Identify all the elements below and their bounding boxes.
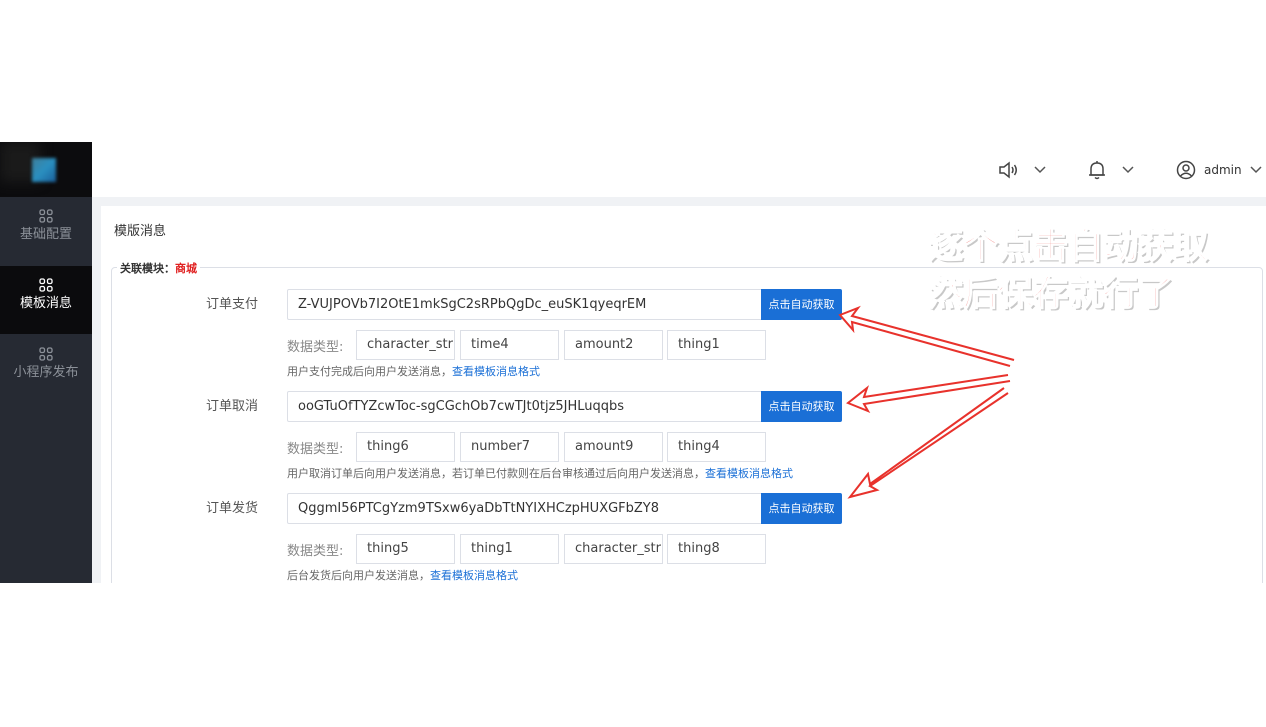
sound-dropdown[interactable] <box>998 154 1046 186</box>
data-type-field[interactable]: thing1 <box>460 534 559 564</box>
template-label-pay: 订单支付 <box>206 297 259 312</box>
admin-app: 基础配置 模板消息 小程序发布 admin 模版消息 关联模块：商城 订单支付 … <box>0 142 1266 583</box>
data-type-field[interactable]: time4 <box>460 330 559 360</box>
data-type-field[interactable]: amount9 <box>564 432 663 462</box>
view-template-format-link[interactable]: 查看模板消息格式 <box>452 365 540 378</box>
sidebar-item-label: 模板消息 <box>19 296 72 311</box>
help-description: 用户支付完成后向用户发送消息， <box>287 365 452 378</box>
username: admin <box>1204 163 1242 177</box>
data-type-field[interactable]: thing5 <box>356 534 455 564</box>
data-type-field[interactable]: thing4 <box>667 432 766 462</box>
help-text: 后台发货后向用户发送消息，查看模板消息格式 <box>287 567 518 583</box>
help-description: 后台发货后向用户发送消息， <box>287 569 430 582</box>
chevron-down-icon <box>1122 166 1134 174</box>
data-type-field[interactable]: character_stri <box>356 330 455 360</box>
module-name: 商城 <box>175 262 197 275</box>
data-type-field[interactable]: amount2 <box>564 330 663 360</box>
data-type-field[interactable]: thing1 <box>667 330 766 360</box>
app-logo <box>0 142 92 197</box>
module-legend: 关联模块：商城 <box>117 260 200 276</box>
notification-dropdown[interactable] <box>1088 154 1134 186</box>
data-type-field[interactable]: character_stri <box>564 534 663 564</box>
auto-fetch-button-pay[interactable]: 点击自动获取 <box>761 289 842 320</box>
grid-icon <box>39 278 53 292</box>
sidebar-item-miniprogram-publish[interactable]: 小程序发布 <box>0 335 92 403</box>
help-text: 用户支付完成后向用户发送消息，查看模板消息格式 <box>287 363 540 379</box>
module-prefix: 关联模块： <box>120 262 175 275</box>
template-id-input-cancel[interactable]: ooGTuOfTYZcwToc-sgCGchOb7cwTJt0tjz5JHLuq… <box>287 391 762 422</box>
sidebar: 基础配置 模板消息 小程序发布 <box>0 142 92 583</box>
view-template-format-link[interactable]: 查看模板消息格式 <box>705 467 793 480</box>
help-text: 用户取消订单后向用户发送消息，若订单已付款则在后台审核通过后向用户发送消息，查看… <box>287 465 793 481</box>
template-label-ship: 订单发货 <box>206 501 259 516</box>
template-id-input-ship[interactable]: QggmI56PTCgYzm9TSxw6yaDbTtNYIXHCzpHUXGFb… <box>287 493 762 524</box>
user-dropdown[interactable]: admin <box>1176 154 1262 186</box>
annotation-text: 逐个点击自动获取 然后保存就行了 <box>927 224 1258 318</box>
annotation-line-1: 逐个点击自动获取 <box>927 226 1209 268</box>
page-title: 模版消息 <box>114 224 167 239</box>
data-type-label: 数据类型: <box>287 340 344 355</box>
view-template-format-link[interactable]: 查看模板消息格式 <box>430 569 518 582</box>
data-type-field[interactable]: thing6 <box>356 432 455 462</box>
template-label-cancel: 订单取消 <box>206 399 259 414</box>
auto-fetch-button-ship[interactable]: 点击自动获取 <box>761 493 842 524</box>
bell-icon <box>1089 161 1105 180</box>
user-icon <box>1176 160 1196 180</box>
sidebar-item-basic-config[interactable]: 基础配置 <box>0 197 92 265</box>
top-header: admin <box>92 142 1266 197</box>
help-description: 用户取消订单后向用户发送消息，若订单已付款则在后台审核通过后向用户发送消息， <box>287 467 705 480</box>
chevron-down-icon <box>1250 166 1262 174</box>
data-type-field[interactable]: number7 <box>460 432 559 462</box>
auto-fetch-button-cancel[interactable]: 点击自动获取 <box>761 391 842 422</box>
grid-icon <box>39 209 53 223</box>
grid-icon <box>39 347 53 361</box>
data-type-field[interactable]: thing8 <box>667 534 766 564</box>
chevron-down-icon <box>1034 166 1046 174</box>
data-type-label: 数据类型: <box>287 442 344 457</box>
speaker-icon <box>999 161 1017 179</box>
sidebar-item-label: 基础配置 <box>19 227 72 242</box>
template-id-input-pay[interactable]: Z-VUJPOVb7I2OtE1mkSgC2sRPbQgDc_euSK1qyeq… <box>287 289 762 320</box>
sidebar-item-label: 小程序发布 <box>13 365 79 380</box>
data-type-label: 数据类型: <box>287 544 344 559</box>
logo-mark <box>32 158 56 182</box>
annotation-line-2: 然后保存就行了 <box>927 273 1174 315</box>
sidebar-item-template-message[interactable]: 模板消息 <box>0 266 92 334</box>
screenshot-stage: 基础配置 模板消息 小程序发布 admin 模版消息 关联模块：商城 订单支付 … <box>0 0 1266 727</box>
